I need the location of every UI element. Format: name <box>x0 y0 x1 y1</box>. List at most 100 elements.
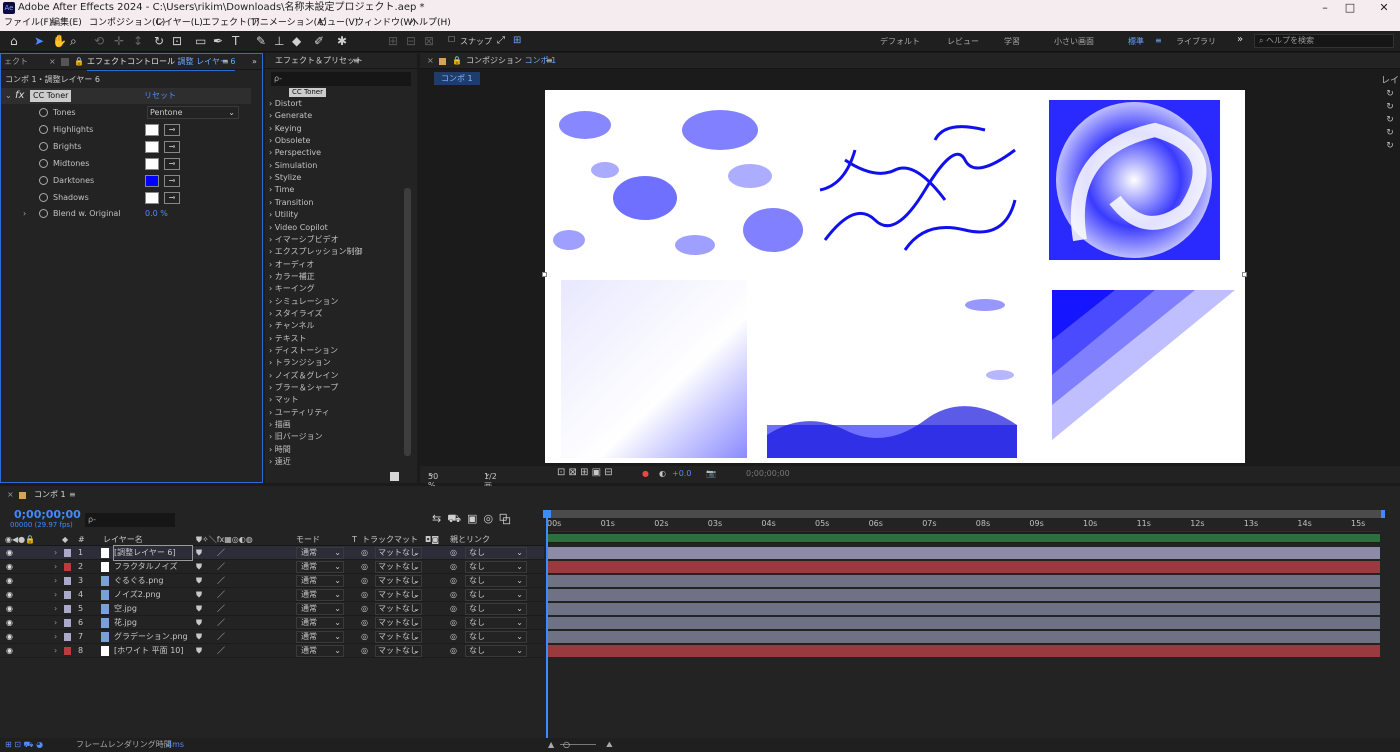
visibility-eye-icon[interactable]: ◉ <box>6 588 13 602</box>
workspace-libraries[interactable]: ライブラリ <box>1176 36 1216 47</box>
quality-icon[interactable]: ／ <box>217 546 225 560</box>
workspace-learn[interactable]: 学習 <box>1004 36 1020 47</box>
undo-icon[interactable]: ↻ <box>1380 140 1400 153</box>
eyedropper-icon[interactable]: ⊸ <box>164 158 180 170</box>
effects-search-input[interactable]: ρ- <box>271 72 411 86</box>
selection-tool-icon[interactable]: ➤ <box>34 34 44 48</box>
collapse-arrow-icon[interactable]: ⌄ <box>5 88 12 104</box>
footer-toggle-icons[interactable]: ⊞ ⊡ ⛟ ◕ <box>5 738 43 752</box>
parent-dropdown[interactable]: なし ⌄ <box>465 645 527 657</box>
column-parent[interactable]: 親とリンク <box>450 533 490 546</box>
visibility-eye-icon[interactable]: ◉ <box>6 644 13 658</box>
parent-pickwhip-icon[interactable]: ◎ <box>450 574 457 588</box>
timeline-timecode[interactable]: 0;00;00;00 <box>14 508 81 521</box>
quality-icon[interactable]: ／ <box>217 616 225 630</box>
color-swatch[interactable] <box>145 124 159 136</box>
lock-icon[interactable]: 🔒 <box>452 53 462 69</box>
new-bin-icon[interactable] <box>390 472 399 481</box>
effects-category-item[interactable]: › Perspective <box>269 147 321 159</box>
orbit-tool-icon[interactable]: ⟲ <box>94 34 104 48</box>
roto-brush-tool-icon[interactable]: ✐ <box>314 34 324 48</box>
layer-row[interactable]: ◉ › 2 フラクタルノイズ ⛊ ／ 通常 ⌄ ◎ マットなし ⌄ ◎ なし ⌄ <box>0 560 544 574</box>
expand-arrow-icon[interactable]: › <box>54 574 57 588</box>
menu-layer[interactable]: レイヤー(L) <box>155 16 203 31</box>
help-search-input[interactable]: ⌕ ヘルプを検索 <box>1254 34 1394 48</box>
work-area-end-handle[interactable] <box>1381 510 1385 518</box>
close-tab-icon[interactable]: × <box>7 486 14 504</box>
undo-icon[interactable]: ↻ <box>1380 114 1400 127</box>
timeline-search-input[interactable]: ρ- <box>85 513 175 527</box>
parent-dropdown[interactable]: なし ⌄ <box>465 575 527 587</box>
label-color[interactable] <box>64 591 71 599</box>
zoom-out-icon[interactable]: ▲ <box>548 738 554 752</box>
effects-category-item[interactable]: › ユーティリティ <box>269 407 330 419</box>
effects-presets-title[interactable]: エフェクト＆プリセット <box>275 53 363 69</box>
reset-link[interactable]: リセット <box>144 88 176 104</box>
close-tab-icon[interactable]: × <box>427 53 434 69</box>
exposure-value[interactable]: +0.0 <box>672 469 691 478</box>
parent-pickwhip-icon[interactable]: ◎ <box>450 644 457 658</box>
trackmatte-dropdown[interactable]: マットなし ⌄ <box>375 631 422 643</box>
close-tab-icon[interactable]: × <box>49 54 56 70</box>
undo-icon[interactable]: ↻ <box>1380 127 1400 140</box>
close-button[interactable]: ✕ <box>1371 0 1397 16</box>
eyedropper-icon[interactable]: ⊸ <box>164 175 180 187</box>
label-color[interactable] <box>64 647 71 655</box>
trackmatte-dropdown[interactable]: マットなし ⌄ <box>375 603 422 615</box>
parent-pickwhip-icon[interactable]: ◎ <box>450 616 457 630</box>
effects-category-item[interactable]: › チャンネル <box>269 320 315 332</box>
visibility-eye-icon[interactable]: ◉ <box>6 546 13 560</box>
effects-category-item[interactable]: › 旧バージョン <box>269 431 323 443</box>
trackmatte-dropdown[interactable]: マットなし ⌄ <box>375 575 422 587</box>
layer-name[interactable]: [調整レイヤー 6] <box>113 545 193 561</box>
layer-row[interactable]: ◉ › 7 グラデーション.png ⛊ ／ 通常 ⌄ ◎ マットなし ⌄ ◎ なし ⌄ <box>0 630 544 644</box>
world-axis-icon[interactable]: ⊟ <box>406 34 416 48</box>
effects-category-item[interactable]: › Generate <box>269 110 312 122</box>
visibility-eye-icon[interactable]: ◉ <box>6 630 13 644</box>
menu-edit[interactable]: 編集(E) <box>51 16 82 31</box>
color-swatch[interactable] <box>145 175 159 187</box>
layer-duration-bar[interactable] <box>548 589 1380 601</box>
panel-options-icon[interactable]: ≡ <box>353 53 360 69</box>
parent-pickwhip-icon[interactable]: ◎ <box>450 560 457 574</box>
rectangle-tool-icon[interactable]: ▭ <box>195 34 206 48</box>
effects-category-item[interactable]: › Transition <box>269 197 313 209</box>
text-tool-icon[interactable]: T <box>232 34 239 48</box>
blend-mode-dropdown[interactable]: 通常 ⌄ <box>296 603 344 615</box>
expand-arrow-icon[interactable]: › <box>54 630 57 644</box>
color-swatch[interactable] <box>145 141 159 153</box>
trackmatte-dropdown[interactable]: マットなし ⌄ <box>375 645 422 657</box>
panel-overflow-icon[interactable]: » <box>252 54 257 70</box>
eraser-tool-icon[interactable]: ◆ <box>292 34 301 48</box>
column-layer-name[interactable]: レイヤー名 <box>103 533 143 546</box>
layer-row[interactable]: ◉ › 5 空.jpg ⛊ ／ 通常 ⌄ ◎ マットなし ⌄ ◎ なし ⌄ <box>0 602 544 616</box>
undo-icon[interactable]: ↻ <box>1380 101 1400 114</box>
playhead[interactable] <box>546 516 548 742</box>
visibility-eye-icon[interactable]: ◉ <box>6 602 13 616</box>
stopwatch-icon[interactable] <box>39 142 48 151</box>
tones-dropdown[interactable]: Pentone ⌄ <box>147 106 239 119</box>
quality-icon[interactable]: ／ <box>217 560 225 574</box>
zoom-tool-icon[interactable]: ⌕ <box>70 34 77 48</box>
visibility-eye-icon[interactable]: ◉ <box>6 574 13 588</box>
menu-file[interactable]: ファイル(F) <box>4 16 52 31</box>
shy-icon[interactable]: ⛊ <box>196 574 202 588</box>
scrollbar[interactable] <box>404 188 411 456</box>
trackmatte-dropdown[interactable]: マットなし ⌄ <box>375 589 422 601</box>
effects-category-item[interactable]: › ノイズ＆グレイン <box>269 370 339 382</box>
eyedropper-icon[interactable]: ⊸ <box>164 192 180 204</box>
workspace-review[interactable]: レビュー <box>947 36 979 47</box>
label-color[interactable] <box>64 605 71 613</box>
layer-name[interactable]: 花.jpg <box>114 616 192 630</box>
trackmatte-pickwhip-icon[interactable]: ◎ <box>361 630 368 644</box>
effects-category-item[interactable]: › Video Copilot <box>269 222 328 234</box>
blend-mode-dropdown[interactable]: 通常 ⌄ <box>296 645 344 657</box>
quality-icon[interactable]: ／ <box>217 588 225 602</box>
puppet-tool-icon[interactable]: ✱ <box>337 34 347 48</box>
view-axis-icon[interactable]: ⊠ <box>424 34 434 48</box>
quality-icon[interactable]: ／ <box>217 630 225 644</box>
parent-pickwhip-icon[interactable]: ◎ <box>450 630 457 644</box>
expand-arrow-icon[interactable]: › <box>54 616 57 630</box>
stopwatch-icon[interactable] <box>39 209 48 218</box>
expand-arrow-icon[interactable]: › <box>54 560 57 574</box>
